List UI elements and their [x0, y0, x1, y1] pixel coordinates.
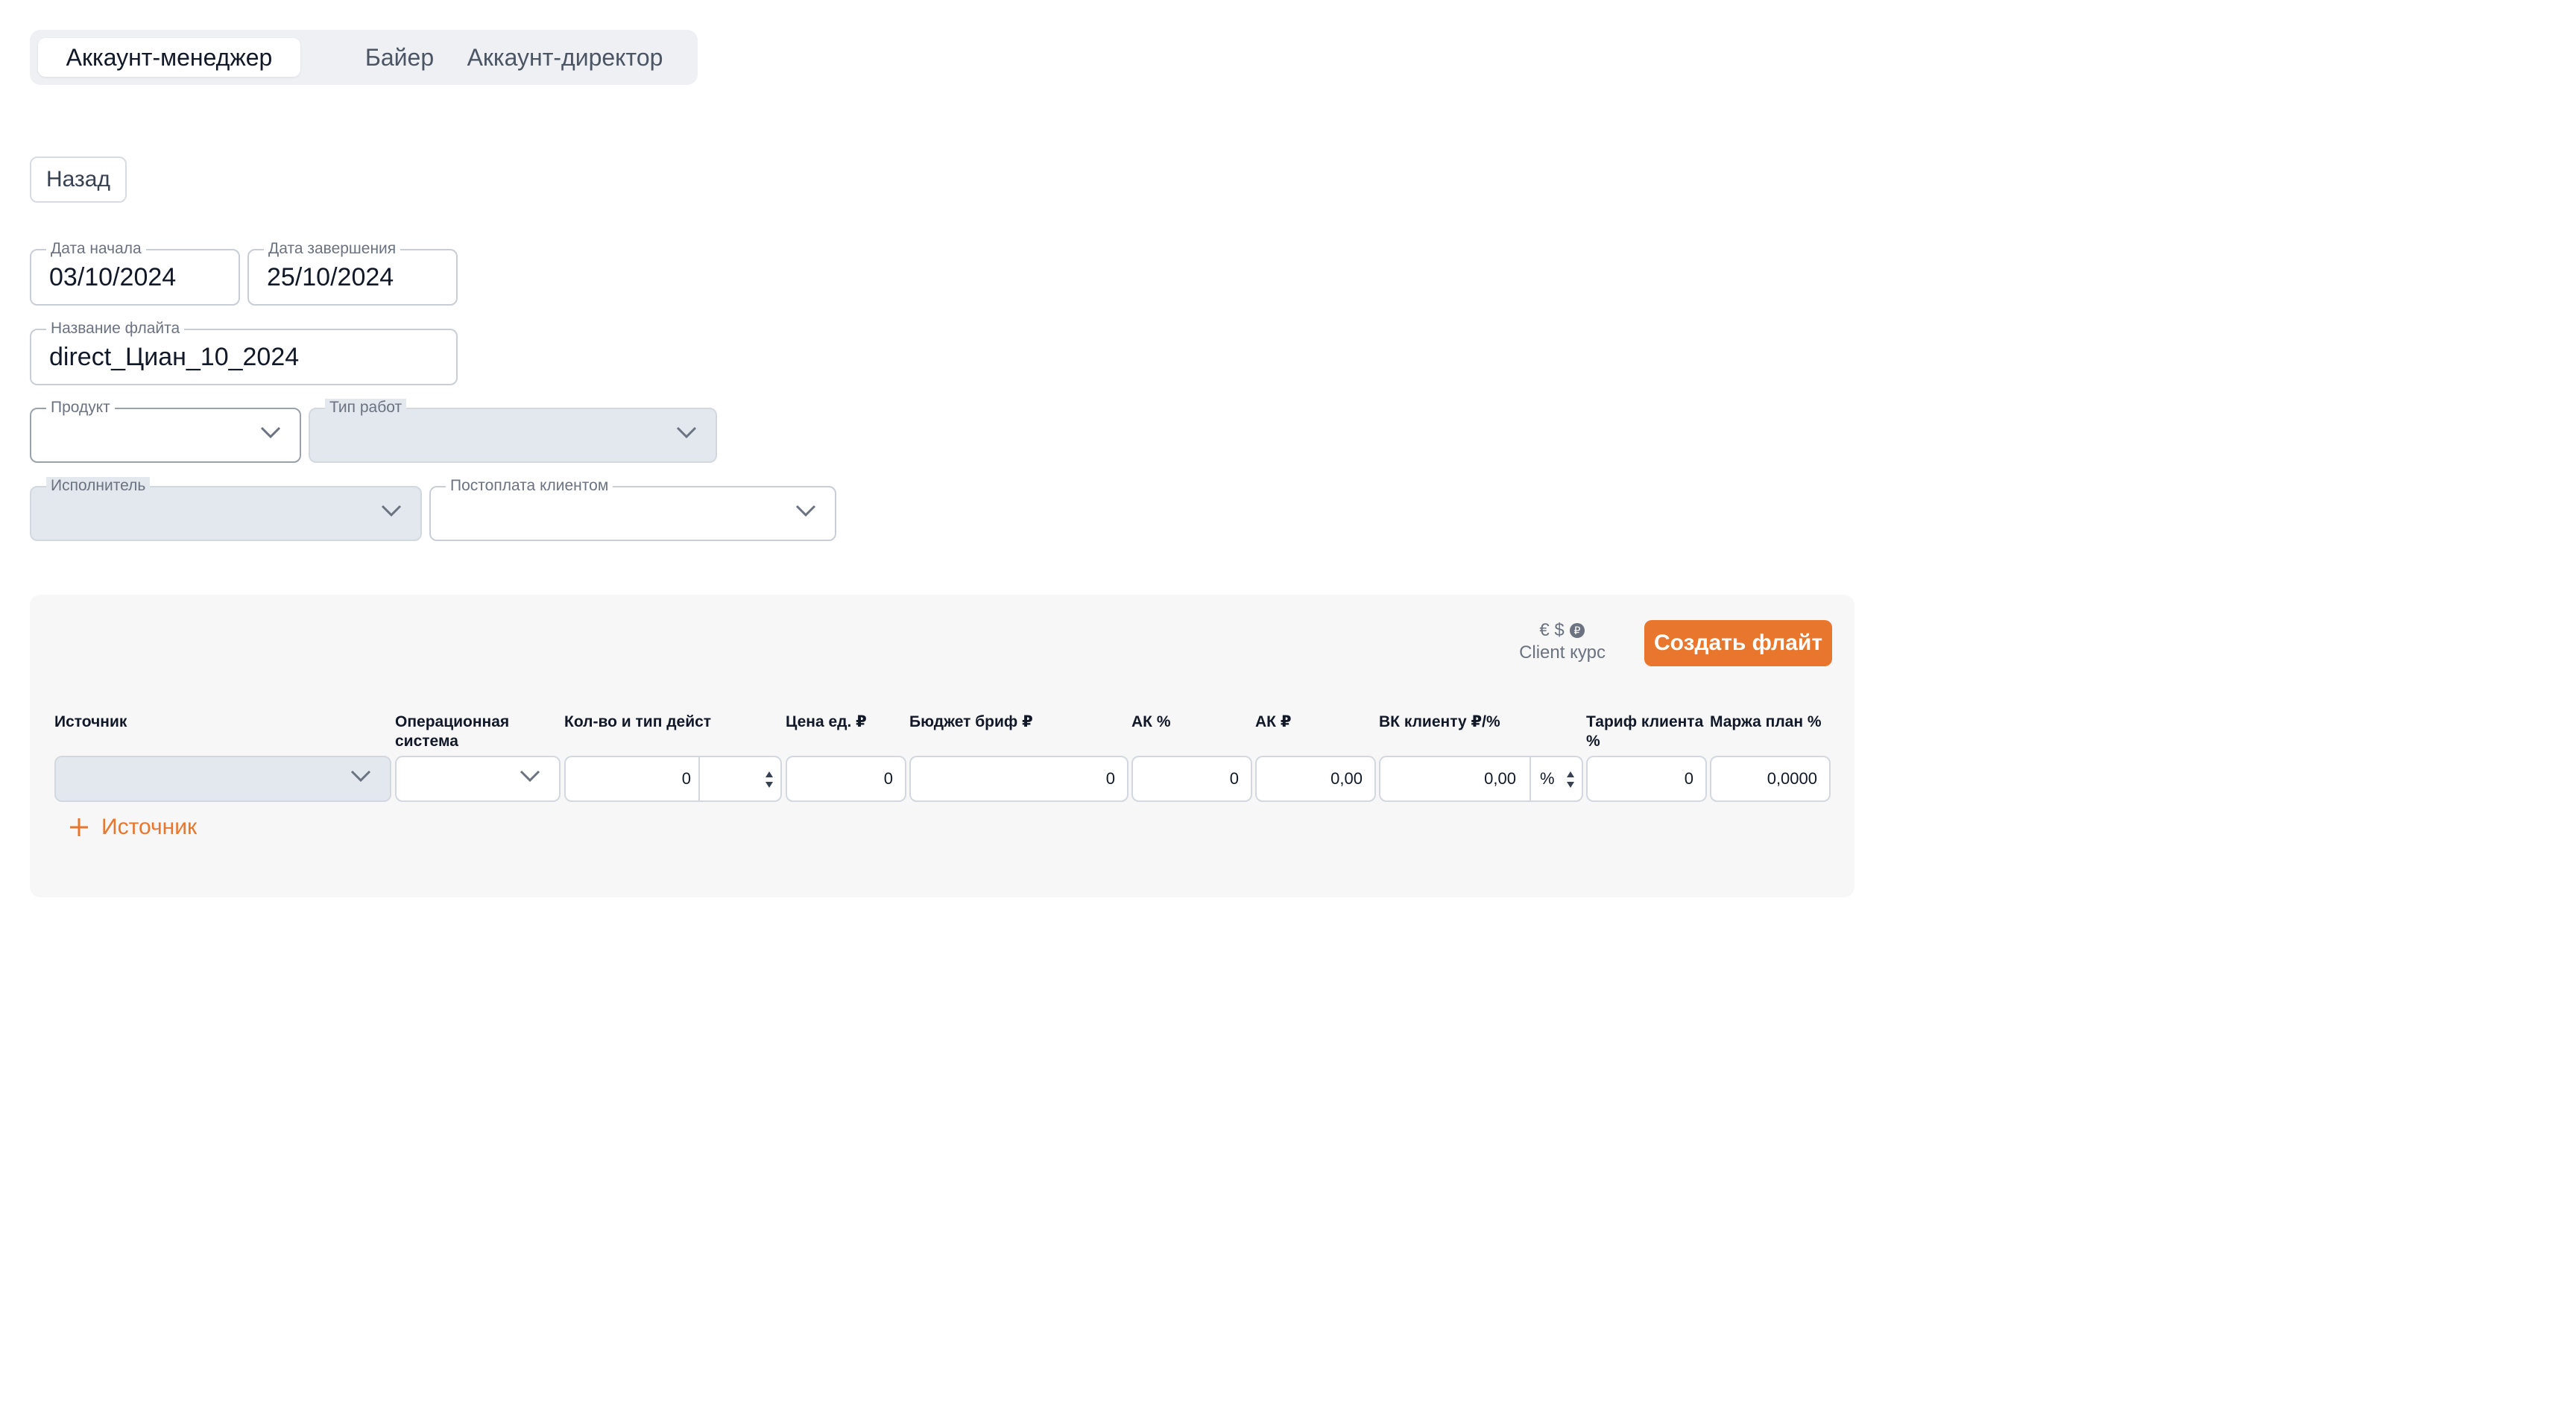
start-date-field[interactable]: Дата начала 03/10/2024	[30, 240, 240, 306]
chevron-down-icon	[381, 505, 402, 517]
start-date-value: 03/10/2024	[49, 262, 177, 291]
chevron-down-icon	[260, 426, 281, 439]
flight-name-field[interactable]: Название флайта direct_Циан_10_2024	[30, 320, 458, 385]
sort-stepper-icon[interactable]	[764, 770, 774, 789]
ak-rub-value: 0,00	[1330, 769, 1363, 788]
executor-label: Исполнитель	[46, 477, 151, 495]
add-source-label: Источник	[101, 815, 198, 839]
currency-switch[interactable]: € $ ₽	[1521, 619, 1604, 642]
executor-select[interactable]: Исполнитель	[30, 477, 422, 541]
chevron-down-icon	[676, 426, 697, 439]
tariff-input[interactable]: 0	[1586, 756, 1707, 802]
col-budget: Бюджет бриф ₽	[909, 713, 1033, 730]
product-select[interactable]: Продукт	[30, 399, 301, 463]
col-vk: ВК клиенту ₽/%	[1379, 713, 1500, 730]
col-unit-price: Цена ед. ₽	[786, 713, 867, 730]
role-tabs: Аккаунт-менеджер Байер Аккаунт-директор	[30, 30, 698, 85]
sort-stepper-icon[interactable]	[1565, 770, 1576, 789]
create-flight-button[interactable]: Создать флайт	[1644, 620, 1832, 666]
tab-account-manager[interactable]: Аккаунт-менеджер	[38, 38, 300, 77]
client-rate-label: Client курс	[1519, 642, 1606, 663]
col-source: Источник	[54, 713, 127, 730]
col-margin: Маржа план %	[1710, 713, 1822, 730]
end-date-field[interactable]: Дата завершения 25/10/2024	[247, 240, 458, 306]
plus-icon	[70, 818, 88, 836]
flight-name-value: direct_Циан_10_2024	[49, 342, 300, 371]
postpayment-label: Постоплата клиентом	[446, 477, 613, 495]
vk-divider	[1530, 757, 1531, 800]
col-tariff: Тариф клиента %	[1586, 713, 1704, 750]
tariff-value: 0	[1684, 769, 1693, 788]
chevron-down-icon	[520, 770, 540, 783]
unit-price-value: 0	[883, 769, 893, 788]
margin-input[interactable]: 0,0000	[1710, 756, 1831, 802]
back-button[interactable]: Назад	[30, 157, 127, 203]
unit-price-input[interactable]: 0	[786, 756, 906, 802]
vk-value: 0,00	[1484, 769, 1516, 788]
svg-text:₽: ₽	[1573, 625, 1580, 637]
qty-input[interactable]: 0	[564, 756, 782, 802]
currency-symbols[interactable]: € $	[1539, 620, 1564, 641]
ak-pct-value: 0	[1229, 769, 1239, 788]
info-icon: ₽	[1569, 623, 1585, 638]
work-type-label: Тип работ	[325, 399, 407, 417]
vk-unit[interactable]: %	[1540, 757, 1555, 800]
col-ak-rub: АК ₽	[1255, 713, 1292, 730]
postpayment-select[interactable]: Постоплата клиентом	[429, 477, 836, 541]
tab-account-director[interactable]: Аккаунт-директор	[446, 38, 684, 77]
col-qty: Кол-во и тип дейст	[564, 713, 712, 730]
os-select[interactable]	[395, 756, 561, 802]
chevron-down-icon	[795, 505, 816, 517]
qty-divider	[698, 757, 700, 800]
ak-rub-input[interactable]: 0,00	[1255, 756, 1376, 802]
qty-value: 0	[681, 769, 691, 788]
work-type-select[interactable]: Тип работ	[309, 399, 717, 463]
budget-value: 0	[1105, 769, 1115, 788]
col-os: Операционная система	[395, 713, 510, 750]
budget-input[interactable]: 0	[909, 756, 1128, 802]
product-label: Продукт	[46, 399, 115, 417]
margin-value: 0,0000	[1767, 769, 1817, 788]
end-date-value: 25/10/2024	[267, 262, 394, 291]
vk-input[interactable]: 0,00 %	[1379, 756, 1583, 802]
chevron-down-icon	[350, 770, 371, 783]
source-select[interactable]	[54, 756, 391, 802]
ak-pct-input[interactable]: 0	[1131, 756, 1252, 802]
add-source-button[interactable]: Источник	[69, 811, 197, 844]
col-ak-pct: АК %	[1131, 713, 1171, 730]
